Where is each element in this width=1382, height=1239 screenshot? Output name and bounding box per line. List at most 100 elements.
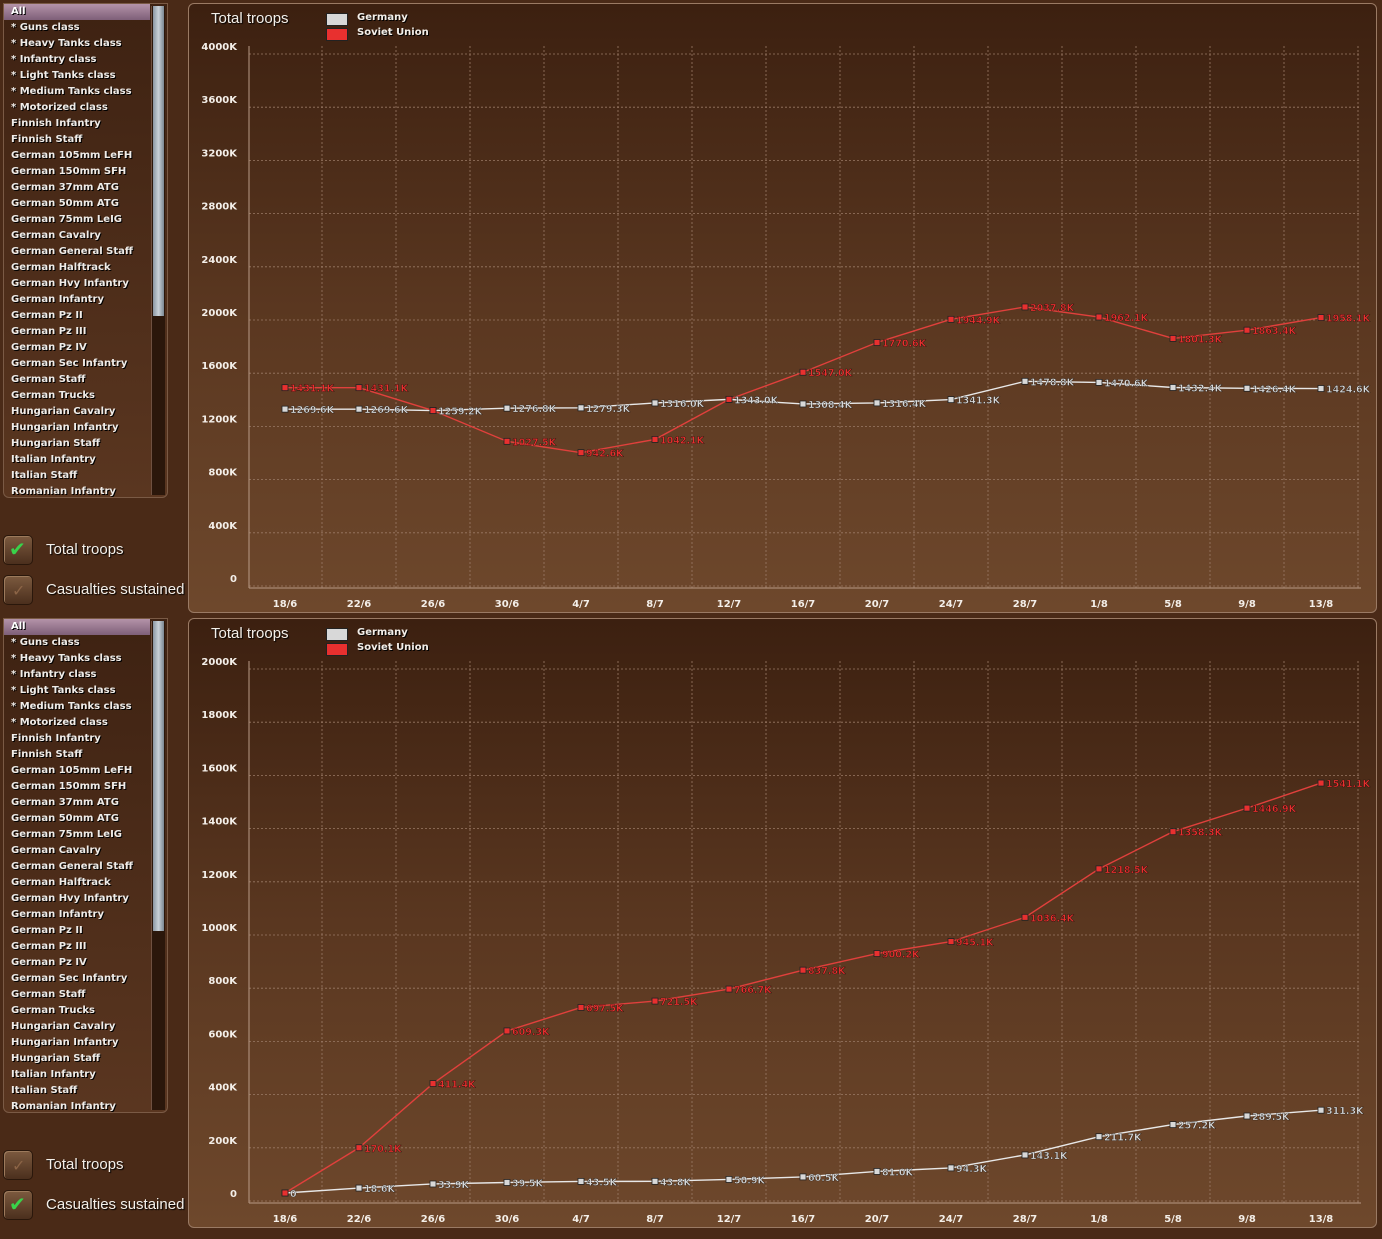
unit-type-list-item[interactable]: Italian Staff: [4, 1083, 167, 1099]
checkbox[interactable]: ✓: [3, 1150, 33, 1180]
list-scrollbar[interactable]: [151, 621, 165, 1110]
unit-type-list-item[interactable]: German General Staff: [4, 859, 167, 875]
unit-type-list-item[interactable]: German 150mm SFH: [4, 779, 167, 795]
data-label: 1470.6K: [1104, 378, 1149, 389]
unit-type-list-item[interactable]: Hungarian Cavalry: [4, 404, 167, 420]
unit-type-list-item[interactable]: Hungarian Cavalry: [4, 1019, 167, 1035]
scrollbar-thumb[interactable]: [153, 6, 164, 316]
unit-type-list-item[interactable]: Romanian Infantry: [4, 484, 167, 497]
unit-type-list-item[interactable]: * Infantry class: [4, 52, 167, 68]
chart: Total troops Germany Soviet Union 0 400K 800K…: [188, 3, 1377, 613]
data-point: [355, 384, 363, 392]
unit-type-list-item[interactable]: * Light Tanks class: [4, 683, 167, 699]
unit-type-list-item[interactable]: Hungarian Staff: [4, 436, 167, 452]
unit-type-list-item[interactable]: Hungarian Staff: [4, 1051, 167, 1067]
unit-type-list-item[interactable]: * Light Tanks class: [4, 68, 167, 84]
x-tick-label: 16/7: [791, 599, 816, 610]
unit-type-list-item[interactable]: Italian Infantry: [4, 1067, 167, 1083]
unit-type-list-item[interactable]: German 75mm LeIG: [4, 212, 167, 228]
list-scrollbar[interactable]: [151, 6, 165, 495]
unit-type-list-item[interactable]: German Sec Infantry: [4, 971, 167, 987]
y-tick-label: 600K: [208, 1029, 238, 1040]
unit-type-list-item[interactable]: German 150mm SFH: [4, 164, 167, 180]
data-point: [1243, 804, 1251, 812]
unit-type-list-item[interactable]: Finnish Infantry: [4, 116, 167, 132]
unit-type-list-item[interactable]: German 37mm ATG: [4, 795, 167, 811]
unit-type-list-item[interactable]: * Heavy Tanks class: [4, 651, 167, 667]
unit-type-list-item[interactable]: German Trucks: [4, 388, 167, 404]
unit-type-list-item[interactable]: German Pz II: [4, 308, 167, 324]
data-point: [947, 938, 955, 946]
unit-type-list-item[interactable]: German Hvy Infantry: [4, 276, 167, 292]
data-label: 1426.4K: [1252, 384, 1297, 395]
unit-type-list-item[interactable]: Italian Infantry: [4, 452, 167, 468]
unit-type-list-item[interactable]: German General Staff: [4, 244, 167, 260]
unit-type-list-item[interactable]: German Staff: [4, 987, 167, 1003]
unit-type-list-item[interactable]: Romanian Infantry: [4, 1099, 167, 1112]
x-tick-label: 8/7: [646, 1214, 664, 1225]
unit-type-list-item[interactable]: German Pz II: [4, 923, 167, 939]
data-label: 1316.0K: [660, 399, 705, 410]
data-label: 1218.5K: [1104, 865, 1149, 876]
x-tick-label: 20/7: [865, 599, 890, 610]
unit-type-list-item[interactable]: German Pz IV: [4, 340, 167, 356]
unit-type-list-item[interactable]: German Cavalry: [4, 843, 167, 859]
unit-type-list-item[interactable]: Hungarian Infantry: [4, 1035, 167, 1051]
unit-type-list-item[interactable]: * Medium Tanks class: [4, 84, 167, 100]
unit-type-list-item[interactable]: Finnish Staff: [4, 747, 167, 763]
data-label: 143.1K: [1030, 1151, 1068, 1162]
unit-type-list-item[interactable]: * Heavy Tanks class: [4, 36, 167, 52]
unit-type-list-item[interactable]: German Pz III: [4, 324, 167, 340]
total-troops-toggle[interactable]: ✓ Total troops: [3, 1148, 183, 1182]
casualties-toggle[interactable]: ✓ Casualties sustained: [3, 573, 185, 607]
unit-type-list-item[interactable]: * Guns class: [4, 20, 167, 36]
data-label: 33.9K: [438, 1180, 469, 1191]
unit-type-list-item[interactable]: German Staff: [4, 372, 167, 388]
unit-type-list-item[interactable]: German 105mm LeFH: [4, 763, 167, 779]
unit-type-list-item[interactable]: Finnish Infantry: [4, 731, 167, 747]
unit-type-list-item[interactable]: German Sec Infantry: [4, 356, 167, 372]
unit-type-list-item[interactable]: German 50mm ATG: [4, 811, 167, 827]
unit-type-list-item[interactable]: * Infantry class: [4, 667, 167, 683]
unit-type-list-item[interactable]: German 37mm ATG: [4, 180, 167, 196]
checkbox[interactable]: ✔: [3, 1190, 33, 1220]
unit-type-list[interactable]: All * Guns class * Heavy Tanks class * Infa…: [3, 3, 168, 498]
unit-type-list-item[interactable]: German Halftrack: [4, 875, 167, 891]
unchecked-icon: ✓: [12, 581, 26, 600]
unit-type-list-item[interactable]: Finnish Staff: [4, 132, 167, 148]
unit-type-list-item[interactable]: All: [4, 619, 150, 635]
casualties-toggle[interactable]: ✔ Casualties sustained: [3, 1188, 184, 1222]
data-point: [725, 985, 733, 993]
total-troops-toggle[interactable]: ✔ Total troops: [3, 533, 183, 567]
data-point: [947, 1164, 955, 1172]
unit-type-list-item[interactable]: * Medium Tanks class: [4, 699, 167, 715]
y-tick-label: 1200K: [201, 414, 238, 425]
unit-type-list-item[interactable]: German 105mm LeFH: [4, 148, 167, 164]
unit-type-list-item[interactable]: German Infantry: [4, 907, 167, 923]
unit-type-list-item[interactable]: All: [4, 4, 150, 20]
unit-type-list-item[interactable]: * Motorized class: [4, 100, 167, 116]
toggle-label: Total troops: [46, 1156, 124, 1173]
unit-type-list-item[interactable]: German Trucks: [4, 1003, 167, 1019]
unit-type-list-item[interactable]: German Halftrack: [4, 260, 167, 276]
unit-type-list-item[interactable]: German Pz IV: [4, 955, 167, 971]
unit-type-list-item[interactable]: German Cavalry: [4, 228, 167, 244]
checkbox[interactable]: ✓: [3, 575, 33, 605]
data-label: 311.3K: [1326, 1106, 1364, 1117]
unit-type-list-item[interactable]: Italian Staff: [4, 468, 167, 484]
unit-type-list-item[interactable]: German Infantry: [4, 292, 167, 308]
unit-type-list-item[interactable]: * Guns class: [4, 635, 167, 651]
unit-type-list-item[interactable]: * Motorized class: [4, 715, 167, 731]
data-point: [1095, 1133, 1103, 1141]
unit-type-list[interactable]: All * Guns class * Heavy Tanks class * Infa…: [3, 618, 168, 1113]
unit-type-list-item[interactable]: Hungarian Infantry: [4, 420, 167, 436]
data-label: 411.4K: [438, 1080, 476, 1091]
checkbox[interactable]: ✔: [3, 535, 33, 565]
scrollbar-thumb[interactable]: [153, 621, 164, 931]
unit-type-list-item[interactable]: German 75mm LeIG: [4, 827, 167, 843]
unit-type-list-item[interactable]: German 50mm ATG: [4, 196, 167, 212]
unit-type-list-item[interactable]: German Hvy Infantry: [4, 891, 167, 907]
unit-type-list-item[interactable]: German Pz III: [4, 939, 167, 955]
x-tick-label: 4/7: [572, 1214, 590, 1225]
toggle-label: Casualties sustained: [46, 581, 185, 598]
